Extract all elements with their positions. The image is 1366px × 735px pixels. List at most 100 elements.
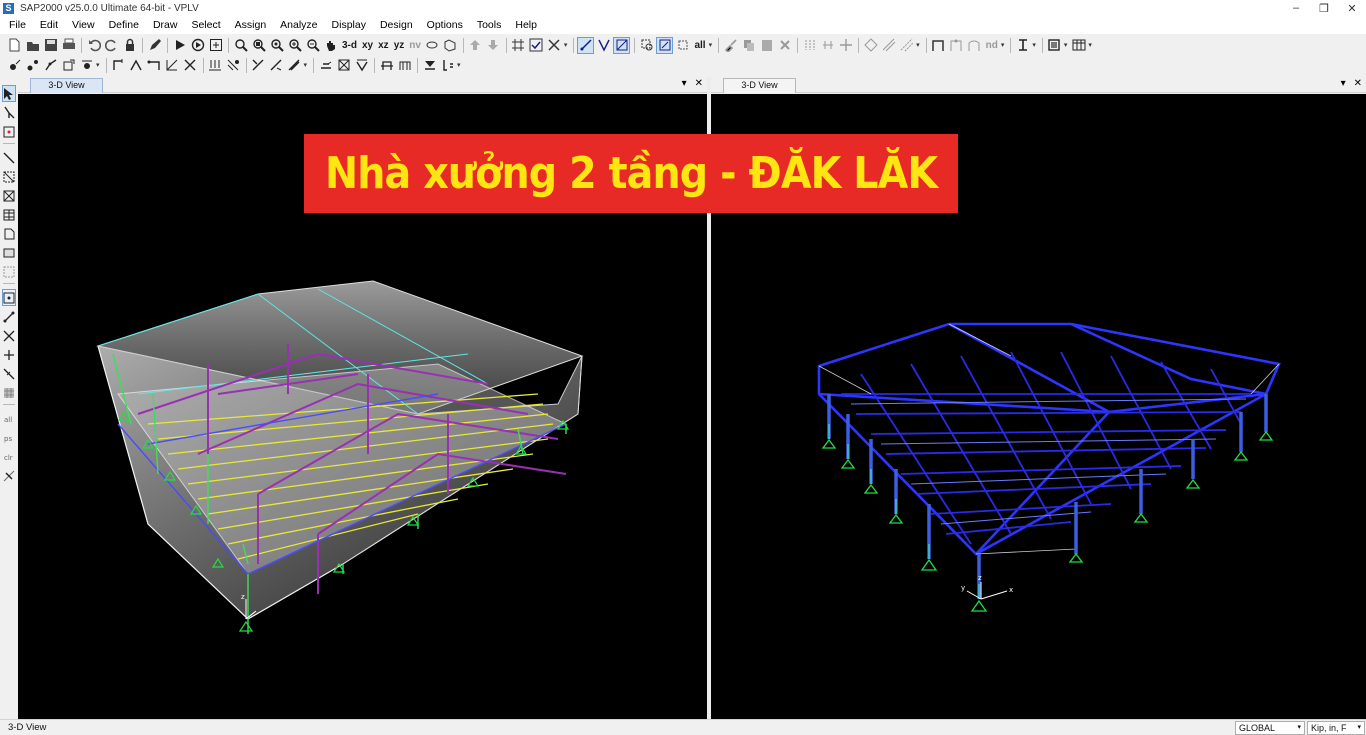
assign-cross-icon[interactable] — [182, 57, 199, 74]
copy-icon[interactable] — [740, 37, 757, 54]
close-view-left-icon[interactable]: ✕ — [695, 78, 703, 89]
snap-points-icon[interactable] — [1, 289, 16, 306]
menu-display[interactable]: Display — [325, 16, 373, 34]
assign-area-load-icon[interactable] — [225, 57, 242, 74]
restore-button[interactable]: ❐ — [1310, 0, 1338, 16]
bridge-icon[interactable] — [378, 57, 395, 74]
zoom-in-icon[interactable] — [286, 37, 303, 54]
assign-load-icon[interactable] — [207, 57, 224, 74]
snap-ends-icon[interactable] — [2, 308, 16, 325]
select-poly-icon[interactable] — [656, 36, 674, 54]
select-intersect-icon[interactable] — [638, 37, 655, 54]
menu-help[interactable]: Help — [508, 16, 544, 34]
quick-draw-braces-icon[interactable] — [2, 187, 16, 204]
close-button[interactable]: ✕ — [1338, 0, 1366, 16]
snap-perpendicular-icon[interactable] — [2, 346, 16, 363]
select-intersect-side-icon[interactable] — [2, 467, 16, 484]
lock-icon[interactable] — [121, 37, 138, 54]
edit-areas-icon[interactable] — [898, 37, 915, 54]
menu-select[interactable]: Select — [184, 16, 227, 34]
undo-icon[interactable] — [85, 37, 102, 54]
output-options-icon[interactable] — [439, 57, 456, 74]
draw-poly-area-icon[interactable] — [2, 225, 16, 242]
edit-lines-icon[interactable] — [880, 37, 897, 54]
select-window-icon[interactable] — [613, 36, 631, 54]
draw-area-icon[interactable] — [60, 57, 77, 74]
clear-selection-icon[interactable]: clr — [2, 448, 16, 465]
table-icon[interactable] — [1070, 37, 1087, 54]
pan-icon[interactable] — [322, 37, 339, 54]
draw-special-joint-icon[interactable] — [2, 123, 16, 140]
bridge-loads-icon[interactable] — [396, 57, 413, 74]
area-section-icon[interactable] — [1046, 37, 1063, 54]
frame-release-icon[interactable] — [948, 37, 965, 54]
quick-draw-area-icon[interactable] — [2, 263, 16, 280]
assign-frame-icon[interactable] — [128, 57, 145, 74]
view-xz-button[interactable]: xz — [376, 37, 391, 54]
tab-3d-view-right[interactable]: 3-D View — [723, 78, 796, 93]
pointer-icon[interactable] — [1, 85, 16, 102]
move-up-icon[interactable] — [467, 37, 484, 54]
menu-assign[interactable]: Assign — [228, 16, 274, 34]
close-view-right-icon[interactable]: ✕ — [1354, 78, 1362, 89]
coord-system-select[interactable]: GLOBAL ▾ — [1235, 721, 1305, 735]
previous-selection-icon[interactable]: ps — [2, 429, 16, 446]
save-icon[interactable] — [42, 37, 59, 54]
draw-joint-icon[interactable] — [6, 57, 23, 74]
display-options-icon[interactable] — [546, 37, 563, 54]
zoom-window-icon[interactable] — [232, 37, 249, 54]
refresh-view-icon[interactable] — [207, 37, 224, 54]
open-icon[interactable] — [24, 37, 41, 54]
select-all-button[interactable]: all — [692, 37, 707, 54]
brush-icon[interactable] — [722, 37, 739, 54]
assign-restraint-icon[interactable] — [110, 57, 127, 74]
zoom-restore-icon[interactable] — [268, 37, 285, 54]
draw-rect-area-icon[interactable] — [2, 244, 16, 261]
draw-frame-icon[interactable] — [2, 149, 16, 166]
show-undeformed-icon[interactable] — [250, 57, 267, 74]
quick-draw-frame-icon[interactable] — [2, 168, 16, 185]
units-select[interactable]: Kip, in, F ▾ — [1307, 721, 1365, 735]
move-icon[interactable] — [837, 37, 854, 54]
frame-loads-icon[interactable] — [966, 37, 983, 54]
menu-draw[interactable]: Draw — [146, 16, 185, 34]
move-down-icon[interactable] — [485, 37, 502, 54]
replicate-icon[interactable] — [862, 37, 879, 54]
check-icon[interactable] — [528, 37, 545, 54]
reshape-icon[interactable] — [2, 104, 16, 121]
tab-dropdown-left-icon[interactable]: ▾ — [682, 78, 687, 89]
select-line-icon[interactable] — [595, 37, 612, 54]
view-yz-button[interactable]: yz — [392, 37, 407, 54]
run-analysis-icon[interactable] — [171, 37, 188, 54]
select-previous-icon[interactable] — [674, 37, 691, 54]
delete-icon[interactable] — [776, 37, 793, 54]
align-icon[interactable] — [819, 37, 836, 54]
view-nv-button[interactable]: nv — [407, 37, 423, 54]
redo-icon[interactable] — [103, 37, 120, 54]
divide-icon[interactable] — [801, 37, 818, 54]
menu-analyze[interactable]: Analyze — [273, 16, 324, 34]
frame-icon[interactable] — [930, 37, 947, 54]
select-pointer-icon[interactable] — [577, 36, 595, 54]
menu-file[interactable]: File — [0, 16, 33, 34]
snap-lines-icon[interactable] — [2, 365, 16, 382]
menu-design[interactable]: Design — [373, 16, 420, 34]
show-deformed-icon[interactable] — [268, 57, 285, 74]
select-all-side-icon[interactable]: all — [2, 410, 16, 427]
menu-edit[interactable]: Edit — [33, 16, 65, 34]
nd-button[interactable]: nd — [984, 37, 1000, 54]
menu-view[interactable]: View — [65, 16, 102, 34]
menu-tools[interactable]: Tools — [470, 16, 509, 34]
tab-dropdown-right-icon[interactable]: ▾ — [1341, 78, 1346, 89]
rubberband-zoom-icon[interactable] — [424, 37, 441, 54]
view-3d-button[interactable]: 3-d — [340, 37, 359, 54]
output-icon[interactable] — [421, 57, 438, 74]
draw-section-cut-icon[interactable] — [78, 57, 95, 74]
show-forces-icon[interactable] — [286, 57, 303, 74]
menu-define[interactable]: Define — [102, 16, 146, 34]
view-xy-button[interactable]: xy — [360, 37, 375, 54]
tab-3d-view-left[interactable]: 3-D View — [30, 78, 103, 93]
design-check-icon[interactable] — [353, 57, 370, 74]
quick-draw-secondary-icon[interactable] — [2, 206, 16, 223]
print-icon[interactable] — [60, 37, 77, 54]
